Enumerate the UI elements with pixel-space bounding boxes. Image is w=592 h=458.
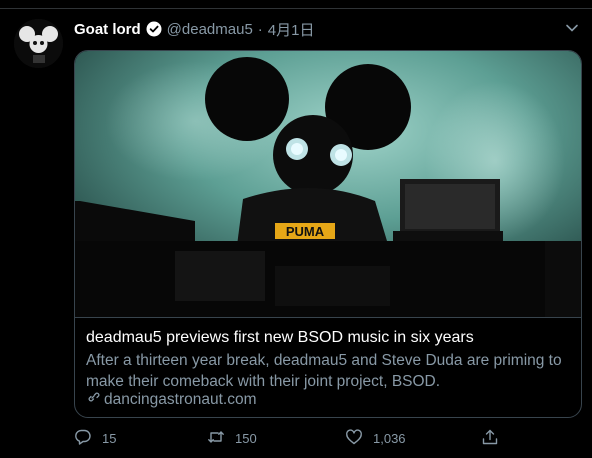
card-image: PUMA xyxy=(75,51,581,317)
reply-button[interactable]: 15 xyxy=(74,428,116,449)
share-button[interactable] xyxy=(481,428,499,449)
display-name[interactable]: Goat lord xyxy=(74,21,141,38)
reply-icon xyxy=(74,428,92,449)
card-title: deadmau5 previews first new BSOD music i… xyxy=(86,329,474,346)
retweet-count: 150 xyxy=(235,431,257,446)
card-domain: dancingastronaut.com xyxy=(86,390,257,409)
reply-count: 15 xyxy=(102,431,117,446)
tweet-actions: 15 150 1,036 xyxy=(74,428,514,450)
caret-down-icon[interactable] xyxy=(564,20,580,36)
like-count: 1,036 xyxy=(373,431,406,446)
separator-dot: · xyxy=(257,20,263,38)
avatar[interactable] xyxy=(14,19,63,68)
card-domain-text: dancingastronaut.com xyxy=(104,390,257,408)
card-description: After a thirteen year break, deadmau5 an… xyxy=(86,352,562,390)
like-icon xyxy=(345,428,363,449)
top-divider xyxy=(0,8,592,9)
retweet-button[interactable]: 150 xyxy=(207,428,257,449)
tweet-date[interactable]: 4月1日 xyxy=(268,19,315,40)
like-button[interactable]: 1,036 xyxy=(345,428,406,449)
handle[interactable]: @deadmau5 xyxy=(167,21,253,38)
shirt-print-text: PUMA xyxy=(286,224,325,239)
verified-badge-icon xyxy=(146,21,162,37)
card-divider xyxy=(75,317,581,318)
link-card[interactable]: PUMA deadmau5 previews first new BSOD mu… xyxy=(74,50,582,418)
retweet-icon xyxy=(207,428,225,449)
tweet-header: Goat lord @deadmau5 · 4月1日 xyxy=(74,18,314,40)
share-icon xyxy=(481,428,499,449)
link-icon xyxy=(86,390,100,409)
